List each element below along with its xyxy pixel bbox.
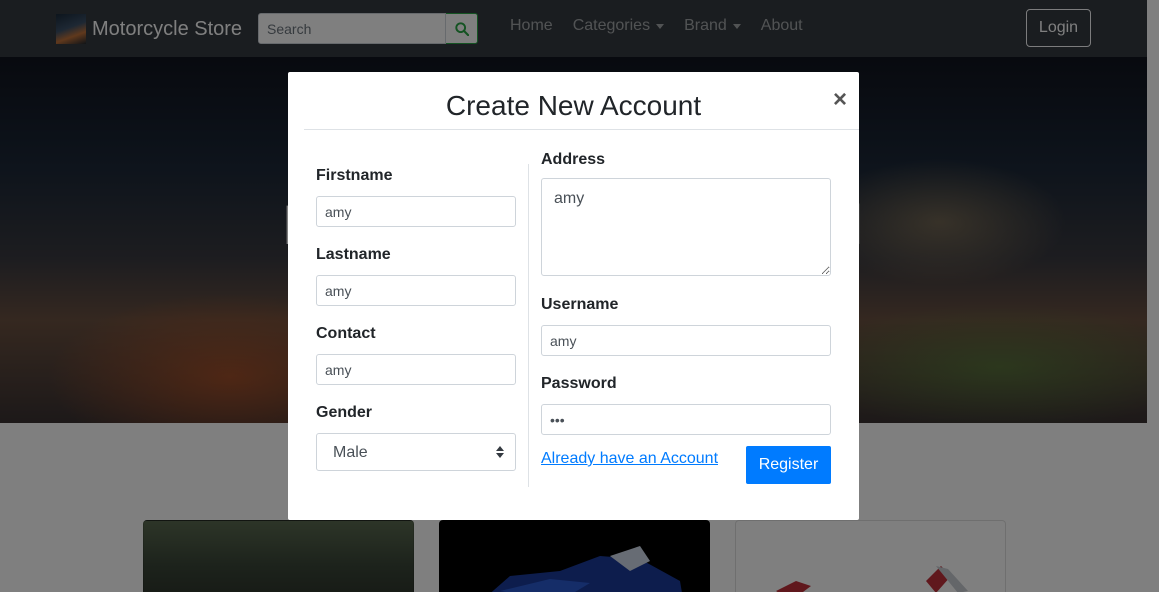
username-input[interactable] <box>541 325 831 356</box>
modal-header: Create New Account × <box>304 72 859 130</box>
column-divider <box>528 164 529 487</box>
username-label: Username <box>541 296 619 313</box>
gender-select-wrapper: Male <box>316 433 516 471</box>
firstname-input[interactable] <box>316 196 516 227</box>
firstname-label: Firstname <box>316 167 393 184</box>
password-input[interactable] <box>541 404 831 435</box>
gender-label: Gender <box>316 404 373 421</box>
modal-title: Create New Account <box>445 90 702 121</box>
gender-select[interactable]: Male <box>316 433 516 471</box>
lastname-label: Lastname <box>316 246 391 263</box>
form-column-left: Firstname Lastname Contact Gender Male <box>316 164 516 471</box>
contact-label: Contact <box>316 325 376 342</box>
address-textarea[interactable]: amy <box>541 178 831 276</box>
already-have-account-link[interactable]: Already have an Account <box>541 450 718 468</box>
register-button[interactable]: Register <box>746 446 831 484</box>
create-account-modal: Create New Account × Firstname Lastname … <box>288 72 859 520</box>
password-label: Password <box>541 375 617 392</box>
close-button[interactable]: × <box>831 88 849 112</box>
contact-input[interactable] <box>316 354 516 385</box>
lastname-input[interactable] <box>316 275 516 306</box>
form-column-right: Address amy Username Password Already ha… <box>541 148 831 484</box>
address-label: Address <box>541 151 606 168</box>
